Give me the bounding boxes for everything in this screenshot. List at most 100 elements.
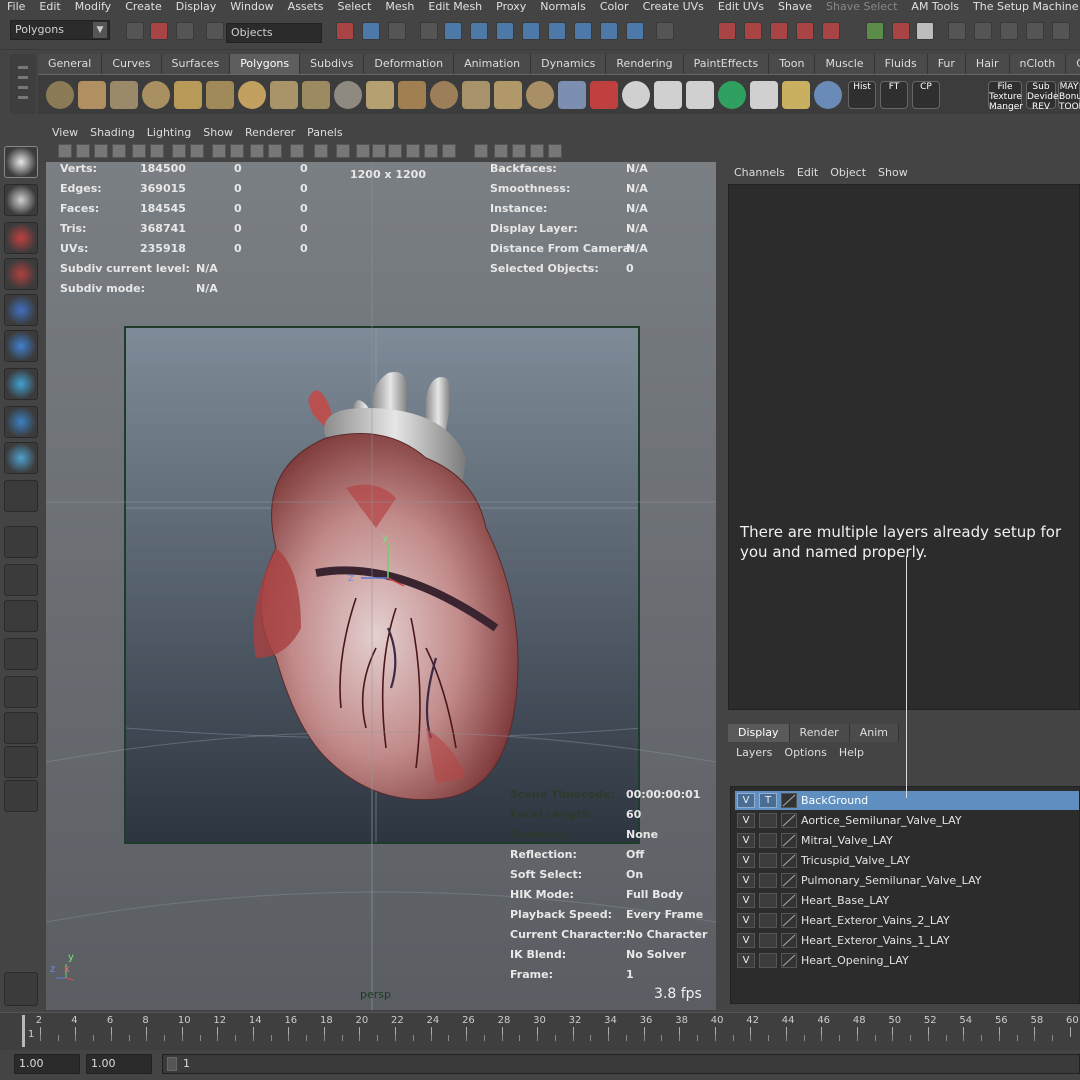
menu-select[interactable]: Select [330, 0, 378, 14]
viewport-tool-icon[interactable] [474, 144, 488, 158]
viewport-tool-icon[interactable] [132, 144, 146, 158]
viewport-tool-icon[interactable] [494, 144, 508, 158]
channel-box[interactable] [728, 184, 1080, 710]
shelf-tool-icon[interactable] [718, 81, 746, 109]
channelbox-menu-object[interactable]: Object [824, 162, 872, 184]
heart-model[interactable]: y z [126, 328, 640, 844]
status-tool-icon[interactable] [866, 22, 884, 40]
shelf-tab-dynamics[interactable]: Dynamics [531, 54, 607, 74]
layer-visibility-toggle[interactable]: V [737, 833, 755, 848]
viewport-menu-view[interactable]: View [46, 124, 84, 142]
layer-visibility-toggle[interactable]: V [737, 913, 755, 928]
menu-display[interactable]: Display [169, 0, 224, 14]
layer-template-toggle[interactable] [759, 933, 777, 948]
layer-visibility-toggle[interactable]: V [737, 893, 755, 908]
viewport-tool-icon[interactable] [190, 144, 204, 158]
layer-color-swatch[interactable] [781, 933, 797, 948]
status-tool-icon[interactable] [470, 22, 488, 40]
layout-collapse-icon[interactable] [4, 780, 38, 812]
shelf-tool-icon[interactable] [302, 81, 330, 109]
viewport-tool-icon[interactable] [268, 144, 282, 158]
shelf-tab-hair[interactable]: Hair [965, 54, 1010, 74]
channelbox-menu-channels[interactable]: Channels [728, 162, 791, 184]
scale-tool-icon[interactable] [4, 330, 38, 362]
layer-visibility-toggle[interactable]: V [737, 933, 755, 948]
layer-row[interactable]: V Mitral_Valve_LAY [735, 831, 1079, 850]
status-tool-icon[interactable] [656, 22, 674, 40]
shelf-tool-icon[interactable] [398, 81, 426, 109]
shelf-tool-icon[interactable] [654, 81, 682, 109]
layer-color-swatch[interactable] [781, 913, 797, 928]
mode-selector[interactable]: Polygons ▼ [10, 20, 110, 40]
layer-visibility-toggle[interactable]: V [737, 813, 755, 828]
status-tool-icon[interactable] [206, 22, 224, 40]
shelf-tool-icon[interactable] [686, 81, 714, 109]
menu-file[interactable]: File [0, 0, 32, 14]
status-tool-icon[interactable] [522, 22, 540, 40]
viewport-tool-icon[interactable] [314, 144, 328, 158]
status-tool-icon[interactable] [444, 22, 462, 40]
anim-start-field[interactable]: 1.00 [86, 1054, 152, 1074]
show-manip-icon[interactable] [4, 442, 38, 474]
viewport-tool-icon[interactable] [512, 144, 526, 158]
viewport-menu-lighting[interactable]: Lighting [141, 124, 197, 142]
shelf-tab-general[interactable]: General [38, 54, 103, 74]
status-tool-icon[interactable] [916, 22, 934, 40]
shelf-tool-icon[interactable] [494, 81, 522, 109]
viewport-tool-icon[interactable] [172, 144, 186, 158]
shelf-tool-icon[interactable] [622, 81, 650, 109]
layer-template-toggle[interactable]: T [759, 793, 777, 808]
viewport-tool-icon[interactable] [424, 144, 438, 158]
selection-mode-field[interactable]: Objects [226, 23, 322, 43]
status-tool-icon[interactable] [974, 22, 992, 40]
ft-button[interactable]: FT [880, 81, 908, 109]
mel-icon[interactable] [4, 972, 38, 1006]
layer-color-swatch[interactable] [781, 813, 797, 828]
viewport-tool-icon[interactable] [290, 144, 304, 158]
shelf-tab-custom[interactable]: Custom [1066, 54, 1080, 74]
viewport-tool-icon[interactable] [372, 144, 386, 158]
file-texture-button[interactable]: File Texture Manger [988, 81, 1023, 112]
status-tool-icon[interactable] [126, 22, 144, 40]
status-tool-icon[interactable] [948, 22, 966, 40]
layout-uv-icon[interactable] [4, 712, 38, 744]
menu-mesh[interactable]: Mesh [378, 0, 421, 14]
layer-color-swatch[interactable] [781, 893, 797, 908]
layout-hypershade-icon[interactable] [4, 676, 38, 708]
shelf-tab-fluids[interactable]: Fluids [874, 54, 928, 74]
layer-visibility-toggle[interactable]: V [737, 873, 755, 888]
rotate-tool-icon[interactable] [4, 294, 38, 326]
shelf-handle[interactable] [10, 54, 36, 114]
layer-color-swatch[interactable] [781, 833, 797, 848]
viewport-tool-icon[interactable] [250, 144, 264, 158]
shelf-tab-toon[interactable]: Toon [769, 54, 816, 74]
viewport-tool-icon[interactable] [94, 144, 108, 158]
status-tool-icon[interactable] [176, 22, 194, 40]
layout-extra-icon[interactable] [4, 746, 38, 778]
layer-row[interactable]: V T BackGround [735, 791, 1079, 810]
shelf-tab-painteffects[interactable]: PaintEffects [683, 54, 770, 74]
menu-shave-select[interactable]: Shave Select [819, 0, 904, 14]
layer-template-toggle[interactable] [759, 853, 777, 868]
menu-color[interactable]: Color [593, 0, 636, 14]
start-time-field[interactable]: 1.00 [14, 1054, 80, 1074]
layer-menu-layers[interactable]: Layers [730, 744, 778, 762]
status-tool-icon[interactable] [744, 22, 762, 40]
layer-color-swatch[interactable] [781, 953, 797, 968]
layer-row[interactable]: V Heart_Exteror_Vains_2_LAY [735, 911, 1079, 930]
channelbox-menu-edit[interactable]: Edit [791, 162, 824, 184]
status-tool-icon[interactable] [496, 22, 514, 40]
status-tool-icon[interactable] [822, 22, 840, 40]
layer-row[interactable]: V Aortice_Semilunar_Valve_LAY [735, 811, 1079, 830]
shelf-tool-icon[interactable] [814, 81, 842, 109]
viewport-tool-icon[interactable] [212, 144, 226, 158]
menu-the-setup-machine[interactable]: The Setup Machine [966, 0, 1080, 14]
status-tool-icon[interactable] [362, 22, 380, 40]
range-handle[interactable] [167, 1057, 177, 1071]
shelf-tool-icon[interactable] [206, 81, 234, 109]
viewport-tool-icon[interactable] [356, 144, 370, 158]
layer-color-swatch[interactable] [781, 853, 797, 868]
channelbox-menu-show[interactable]: Show [872, 162, 914, 184]
shelf-tool-icon[interactable] [558, 81, 586, 109]
status-tool-icon[interactable] [626, 22, 644, 40]
